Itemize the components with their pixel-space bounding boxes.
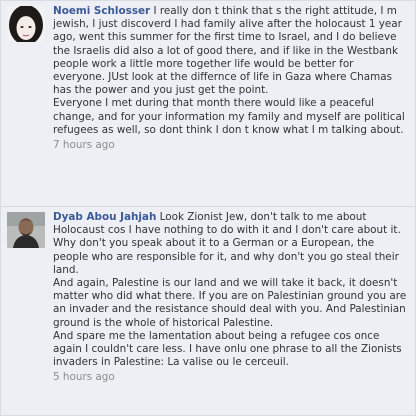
- comment-text: And again, Palestine is our land and we …: [53, 277, 407, 329]
- comment-thread: Noemi Schlosser I really don t think tha…: [1, 1, 415, 415]
- comment-body: Noemi Schlosser I really don t think tha…: [53, 5, 407, 152]
- comment-timestamp[interactable]: 7 hours ago: [53, 139, 407, 152]
- avatar[interactable]: [7, 212, 45, 248]
- profile-photo-icon: [7, 212, 45, 248]
- comment-body: Dyab Abou Jahjah Look Zionist Jew, don't…: [53, 211, 407, 385]
- comment-author-link[interactable]: Noemi Schlosser: [53, 5, 150, 17]
- comment-text: I really don t think that s the right at…: [53, 5, 402, 97]
- comment-item: Dyab Abou Jahjah Look Zionist Jew, don't…: [1, 207, 415, 415]
- profile-photo-icon: [7, 6, 45, 42]
- comment-text: And spare me the lamentation about being…: [53, 329, 402, 369]
- comment-author-link[interactable]: Dyab Abou Jahjah: [53, 211, 156, 223]
- comment-timestamp[interactable]: 5 hours ago: [53, 371, 407, 384]
- comment-item: Noemi Schlosser I really don t think tha…: [1, 1, 415, 206]
- comment-text: Everyone I met during that month there w…: [53, 97, 405, 136]
- avatar[interactable]: [7, 6, 45, 42]
